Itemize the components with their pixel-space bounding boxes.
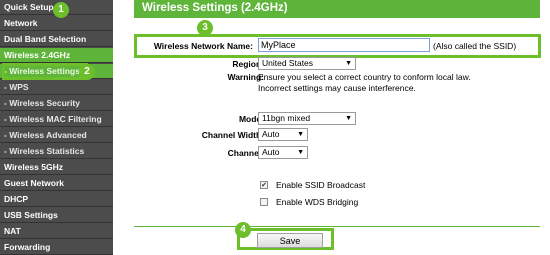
sidebar: Quick Setup Network Dual Band Selection …	[0, 0, 113, 255]
sidebar-item-network[interactable]: Network	[0, 16, 113, 31]
ssid-label: Wireless Network Name:	[153, 41, 253, 51]
wds-bridging-checkbox[interactable]	[260, 198, 268, 206]
divider	[134, 226, 540, 227]
channel-select[interactable]: Auto ▼	[258, 146, 308, 159]
sidebar-item-forwarding[interactable]: Forwarding	[0, 240, 113, 255]
step-4-badge: 4	[235, 222, 251, 238]
chevron-down-icon: ▼	[297, 149, 304, 156]
sidebar-item-wireless-5ghz[interactable]: Wireless 5GHz	[0, 160, 113, 175]
ssid-broadcast-label: Enable SSID Broadcast	[276, 180, 366, 190]
sidebar-item-wps[interactable]: - WPS	[0, 80, 113, 95]
sidebar-item-dual-band-selection[interactable]: Dual Band Selection	[0, 32, 113, 47]
channel-value: Auto	[262, 147, 280, 157]
warning-line-1: Ensure you select a correct country to c…	[258, 72, 471, 82]
sidebar-item-wireless-advanced[interactable]: - Wireless Advanced	[0, 128, 113, 143]
title-bar: Wireless Settings (2.4GHz)	[134, 0, 540, 18]
channel-width-select[interactable]: Auto ▼	[258, 128, 308, 141]
warning-line-2: Incorrect settings may cause interferenc…	[258, 83, 416, 93]
sidebar-item-dhcp[interactable]: DHCP	[0, 192, 113, 207]
step-3-badge: 3	[197, 20, 213, 36]
channel-width-label: Channel Width:	[201, 130, 264, 140]
sidebar-item-guest-network[interactable]: Guest Network	[0, 176, 113, 191]
mode-select[interactable]: 11bgn mixed ▼	[258, 112, 356, 125]
region-label: Region:	[232, 59, 264, 69]
highlight-wireless-settings	[2, 63, 88, 80]
ssid-input[interactable]	[258, 38, 430, 52]
chevron-down-icon: ▼	[345, 115, 352, 122]
region-select[interactable]: United States ▼	[258, 57, 356, 70]
chevron-down-icon: ▼	[345, 60, 352, 67]
region-value: United States	[262, 58, 314, 68]
sidebar-item-nat[interactable]: NAT	[0, 224, 113, 239]
sidebar-item-wireless-mac-filtering[interactable]: - Wireless MAC Filtering	[0, 112, 113, 127]
sidebar-item-usb-settings[interactable]: USB Settings	[0, 208, 113, 223]
step-2-badge: 2	[79, 64, 95, 80]
ssid-broadcast-checkbox[interactable]: ✔	[260, 181, 268, 189]
sidebar-item-wireless-security[interactable]: - Wireless Security	[0, 96, 113, 111]
mode-label: Mode:	[238, 114, 264, 124]
mode-value: 11bgn mixed	[262, 113, 311, 123]
step-1-badge: 1	[53, 2, 69, 18]
save-button[interactable]: Save	[257, 233, 323, 248]
page-title: Wireless Settings (2.4GHz)	[142, 2, 288, 14]
sidebar-item-wireless-24ghz[interactable]: Wireless 2.4GHz	[0, 48, 113, 63]
sidebar-item-wireless-statistics[interactable]: - Wireless Statistics	[0, 144, 113, 159]
ssid-hint: (Also called the SSID)	[433, 41, 517, 51]
channel-label: Channel:	[227, 148, 264, 158]
channel-width-value: Auto	[262, 129, 280, 139]
warning-label: Warning:	[227, 72, 264, 82]
wds-bridging-label: Enable WDS Bridging	[276, 197, 359, 207]
chevron-down-icon: ▼	[297, 131, 304, 138]
main-panel: Wireless Settings (2.4GHz) Wireless Netw…	[124, 0, 550, 255]
